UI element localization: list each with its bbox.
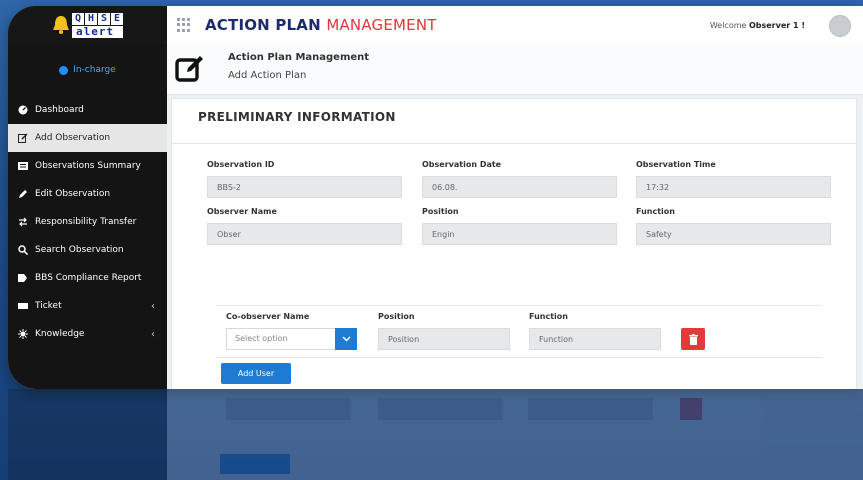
position-field[interactable]: Engin bbox=[422, 223, 617, 245]
sidebar-item-add-observation[interactable]: Add Observation bbox=[8, 124, 167, 152]
app-title-main: ACTION PLAN bbox=[205, 16, 321, 34]
welcome-prefix: Welcome bbox=[709, 20, 747, 30]
edit-document-icon bbox=[175, 56, 203, 82]
search-icon bbox=[18, 245, 28, 255]
sidebar-item-knowledge[interactable]: Knowledge ‹ bbox=[8, 320, 167, 348]
user-status: In-charge bbox=[8, 44, 167, 96]
sidebar-item-label: Add Observation bbox=[35, 133, 111, 143]
sidebar-item-ticket[interactable]: Ticket ‹ bbox=[8, 292, 167, 320]
logo[interactable]: Q H S E alert bbox=[8, 6, 167, 44]
ticket-icon bbox=[18, 301, 28, 311]
chevron-left-icon: ‹ bbox=[151, 300, 155, 312]
sidebar-item-edit-observation[interactable]: Edit Observation bbox=[8, 180, 167, 208]
observer-name-label: Observer Name bbox=[207, 207, 277, 216]
sidebar-item-label: Dashboard bbox=[35, 105, 84, 115]
delete-row-button[interactable] bbox=[681, 328, 705, 350]
status-label: In-charge bbox=[73, 65, 116, 75]
page-title: Action Plan Management bbox=[228, 52, 370, 63]
avatar[interactable] bbox=[829, 15, 851, 37]
user-name: Observer 1 ! bbox=[748, 20, 805, 30]
chevron-left-icon: ‹ bbox=[151, 328, 155, 340]
co-observer-function-field[interactable]: Function bbox=[529, 328, 661, 350]
app-title: ACTION PLAN MANAGEMENT bbox=[205, 16, 437, 34]
observer-name-field[interactable]: Obser bbox=[207, 223, 402, 245]
page-subtitle: Add Action Plan bbox=[228, 70, 307, 81]
section-title: PRELIMINARY INFORMATION bbox=[198, 110, 396, 124]
divider bbox=[172, 143, 856, 144]
apps-grid-icon[interactable] bbox=[177, 18, 191, 32]
logo-letter: S bbox=[98, 12, 110, 25]
transfer-icon bbox=[18, 217, 28, 227]
logo-subtext: alert bbox=[72, 25, 123, 38]
observation-time-field[interactable]: 17:32 bbox=[636, 176, 831, 198]
sidebar-item-label: Search Observation bbox=[35, 245, 124, 255]
divider bbox=[216, 357, 822, 358]
sidebar: Q H S E alert In-charge Dashboard Add Ob… bbox=[8, 6, 167, 389]
chevron-down-icon[interactable] bbox=[335, 328, 357, 350]
observation-id-label: Observation ID bbox=[207, 160, 275, 169]
sidebar-menu: Dashboard Add Observation Observations S… bbox=[8, 96, 167, 348]
sidebar-item-responsibility-transfer[interactable]: Responsibility Transfer bbox=[8, 208, 167, 236]
function-field[interactable]: Safety bbox=[636, 223, 831, 245]
edit-icon bbox=[18, 133, 28, 143]
observation-time-label: Observation Time bbox=[636, 160, 716, 169]
add-user-button[interactable]: Add User bbox=[221, 363, 291, 384]
observation-id-field[interactable]: BBS-2 bbox=[207, 176, 402, 198]
screen-reflection bbox=[8, 389, 863, 480]
welcome-text: Welcome Observer 1 ! bbox=[710, 21, 805, 30]
sidebar-item-dashboard[interactable]: Dashboard bbox=[8, 96, 167, 124]
sidebar-item-bbs-compliance-report[interactable]: BBS Compliance Report bbox=[8, 264, 167, 292]
top-bar: ACTION PLAN MANAGEMENT Welcome Observer … bbox=[167, 6, 863, 45]
sidebar-item-observations-summary[interactable]: Observations Summary bbox=[8, 152, 167, 180]
observation-date-field[interactable]: 06.08. bbox=[422, 176, 617, 198]
trash-icon bbox=[688, 333, 698, 345]
sidebar-item-label: Observations Summary bbox=[35, 161, 141, 171]
function-label: Function bbox=[636, 207, 675, 216]
logo-letter: E bbox=[111, 12, 123, 25]
preliminary-information-card: PRELIMINARY INFORMATION Observation ID B… bbox=[171, 98, 857, 389]
knowledge-icon bbox=[18, 329, 28, 339]
observation-date-label: Observation Date bbox=[422, 160, 502, 169]
position-label: Position bbox=[422, 207, 459, 216]
dashboard-icon bbox=[18, 105, 28, 115]
app-title-accent: MANAGEMENT bbox=[326, 16, 437, 34]
sidebar-item-label: Responsibility Transfer bbox=[35, 217, 137, 227]
divider bbox=[216, 305, 822, 306]
sidebar-item-label: Ticket bbox=[35, 301, 62, 311]
sidebar-item-label: BBS Compliance Report bbox=[35, 273, 142, 283]
status-dot-icon bbox=[59, 65, 69, 75]
co-observer-name-select[interactable]: Select option bbox=[226, 328, 357, 350]
pencil-icon bbox=[18, 189, 28, 199]
sidebar-item-label: Knowledge bbox=[35, 329, 85, 339]
report-icon bbox=[18, 273, 28, 283]
select-placeholder: Select option bbox=[235, 334, 288, 343]
logo-letter: Q bbox=[72, 12, 84, 25]
app-window: Q H S E alert In-charge Dashboard Add Ob… bbox=[8, 6, 863, 389]
co-observer-function-label: Function bbox=[529, 312, 568, 321]
co-observer-name-label: Co-observer Name bbox=[226, 312, 310, 321]
logo-letter: H bbox=[85, 12, 97, 25]
page-header: Action Plan Management Add Action Plan bbox=[167, 44, 863, 95]
qhse-alert-logo: Q H S E alert bbox=[52, 12, 123, 38]
bell-icon bbox=[53, 16, 69, 34]
summary-icon bbox=[18, 161, 28, 171]
co-observer-position-field[interactable]: Position bbox=[378, 328, 510, 350]
sidebar-item-search-observation[interactable]: Search Observation bbox=[8, 236, 167, 264]
co-observer-position-label: Position bbox=[378, 312, 415, 321]
sidebar-item-label: Edit Observation bbox=[35, 189, 111, 199]
